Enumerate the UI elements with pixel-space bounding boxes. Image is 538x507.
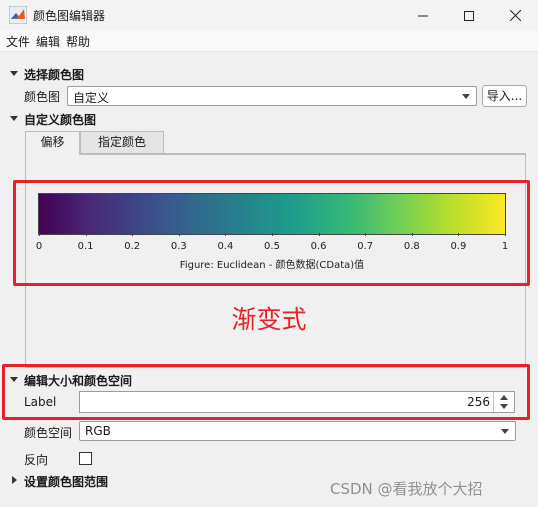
collapse-triangle-icon[interactable] [10, 116, 18, 121]
close-icon [509, 10, 521, 21]
tab-specify-colors[interactable]: 指定颜色 [80, 131, 164, 154]
collapse-triangle-icon[interactable] [10, 71, 18, 76]
menu-edit[interactable]: 编辑 [36, 33, 60, 50]
colorspace-dropdown[interactable]: RGB [79, 421, 516, 441]
close-button[interactable] [492, 0, 538, 31]
tab-strip-fill [164, 131, 526, 154]
minimize-icon [418, 15, 428, 16]
menu-file[interactable]: 文件 [6, 33, 30, 50]
section-select-colormap-title[interactable]: 选择颜色图 [24, 66, 84, 83]
colormap-label: 颜色图 [24, 90, 61, 104]
colorspace-label: 颜色空间 [24, 426, 73, 440]
section-custom-colormap-title[interactable]: 自定义颜色图 [24, 111, 96, 128]
section-colormap-range-title[interactable]: 设置颜色图范围 [24, 473, 108, 490]
import-button[interactable]: 导入... [482, 85, 527, 107]
minimize-button[interactable] [400, 0, 446, 31]
window-title: 颜色图编辑器 [33, 9, 106, 23]
tab-offset[interactable]: 偏移 [25, 131, 80, 155]
reverse-checkbox[interactable] [79, 452, 92, 465]
colorspace-value: RGB [85, 424, 111, 438]
colormap-dropdown[interactable]: 自定义 [67, 86, 477, 106]
maximize-button[interactable] [446, 0, 492, 31]
expand-triangle-icon[interactable] [12, 476, 17, 484]
chevron-down-icon [462, 94, 470, 99]
menu-help[interactable]: 帮助 [66, 33, 90, 50]
colormap-dropdown-value: 自定义 [73, 91, 110, 105]
gradient-annotation: 渐变式 [231, 305, 307, 334]
watermark: CSDN @看我放个大招 [330, 480, 483, 498]
highlight-box-size [2, 364, 530, 420]
matlab-icon [9, 6, 27, 24]
highlight-box-colorbar [13, 180, 530, 286]
reverse-label: 反向 [24, 453, 49, 467]
maximize-icon [464, 10, 474, 21]
chevron-down-icon [501, 429, 509, 434]
